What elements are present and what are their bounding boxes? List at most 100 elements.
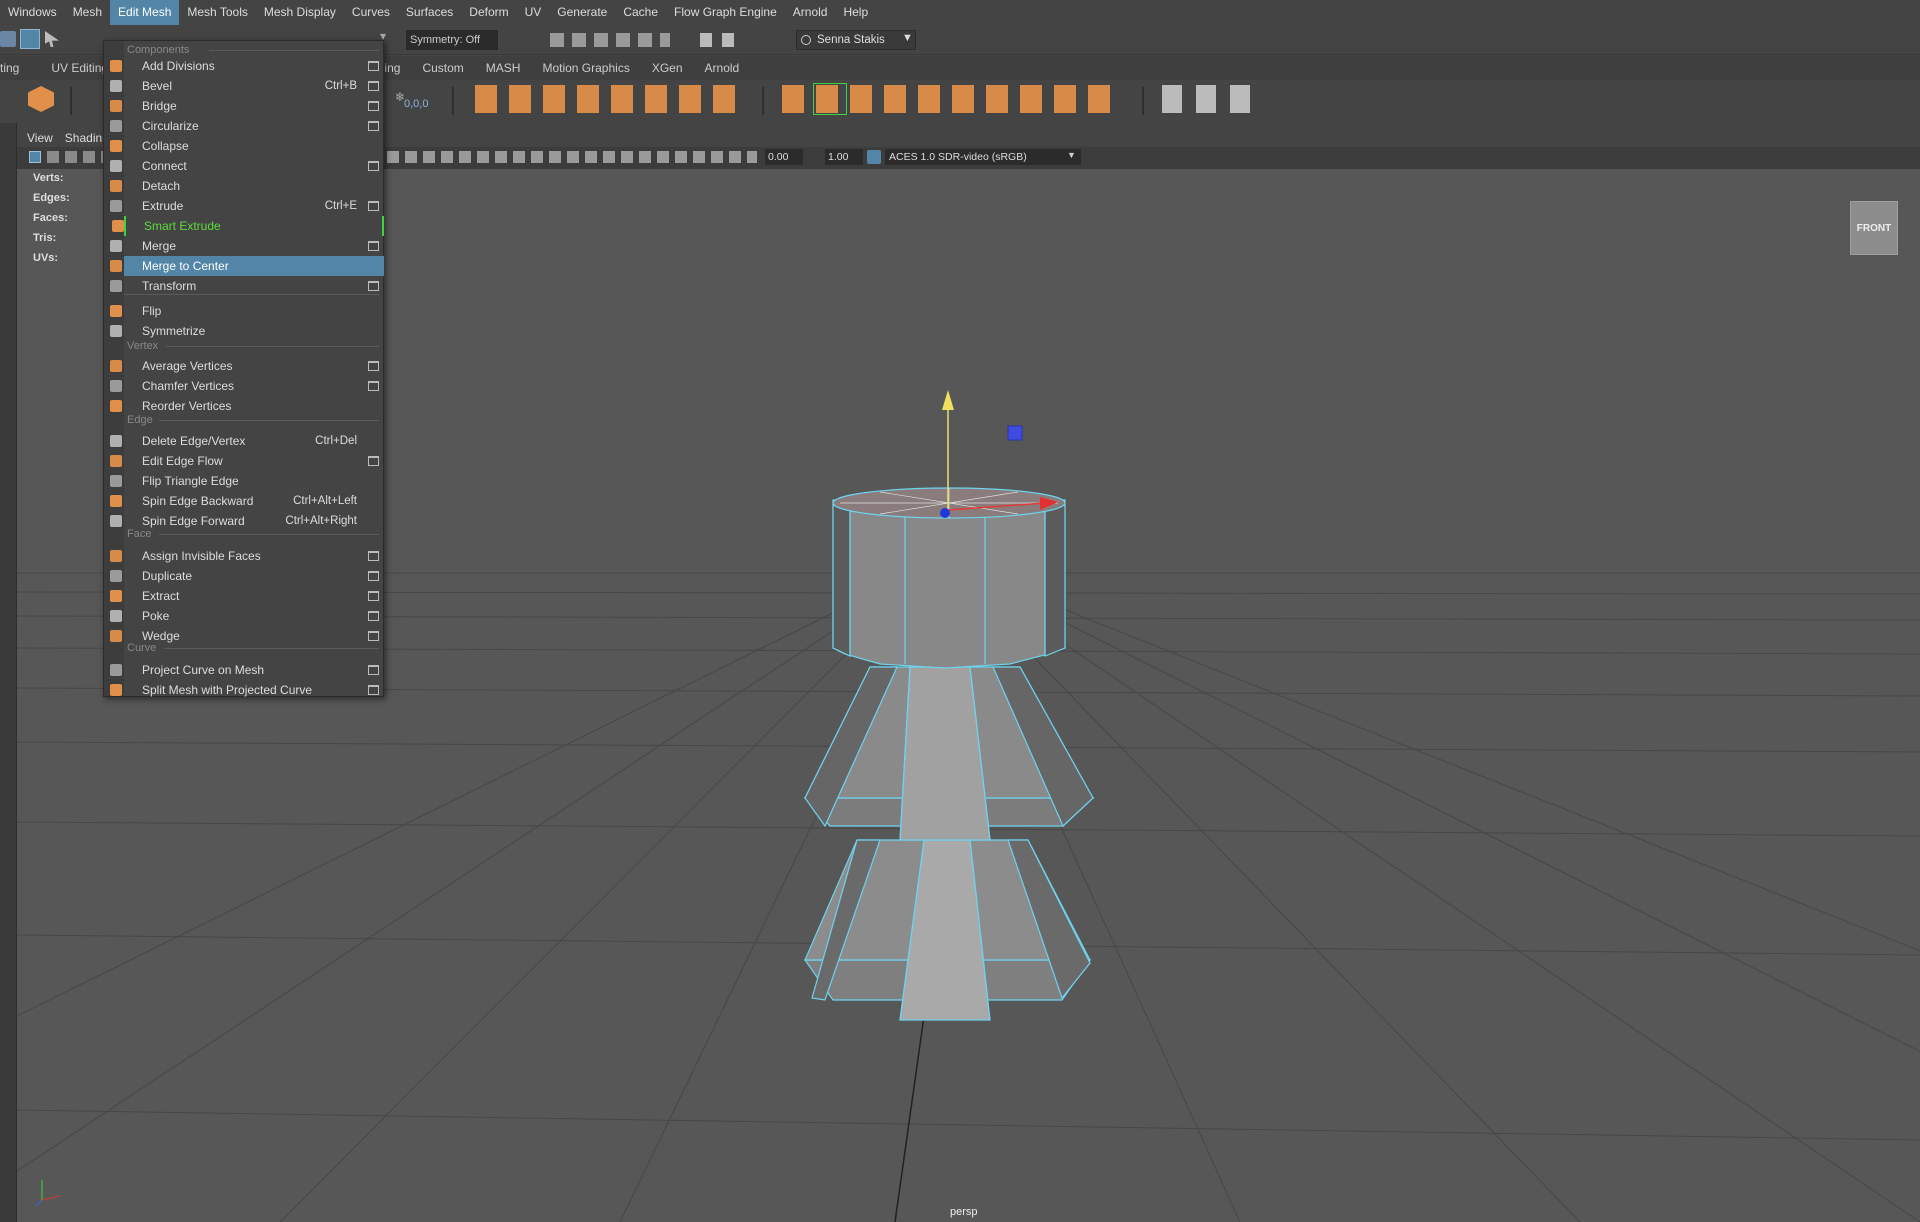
menu-item-label: Extrude [142, 199, 184, 213]
option-box-icon[interactable] [368, 456, 379, 466]
menu-item-transform[interactable]: Transform [110, 276, 384, 296]
menu-item-spin-edge-forward[interactable]: Spin Edge Forward Ctrl+Alt+Right [110, 511, 384, 531]
menubar-item-windows[interactable]: Windows [0, 0, 65, 25]
option-box-icon[interactable] [368, 201, 379, 211]
chamfer-vertices-icon [110, 380, 122, 392]
option-box-icon[interactable] [368, 381, 379, 391]
modeling-tools-icons[interactable] [475, 85, 745, 113]
option-box-icon[interactable] [368, 631, 379, 641]
tab-mash[interactable]: MASH [475, 61, 532, 75]
viewport-display-icons[interactable] [387, 151, 757, 163]
menu-item-collapse[interactable]: Collapse [110, 136, 384, 156]
menu-item-symmetrize[interactable]: Symmetrize [110, 321, 384, 341]
menu-item-delete-edge-vertex[interactable]: Delete Edge/Vertex Ctrl+Del [110, 431, 384, 451]
panel-menu-shading[interactable]: Shadin [65, 131, 102, 145]
split-mesh-with-projected-curve-icon [110, 684, 122, 696]
gamma-field[interactable]: 1.00 [825, 149, 863, 165]
chevron-down-icon[interactable]: ▼ [902, 32, 913, 44]
option-box-icon[interactable] [368, 611, 379, 621]
curve-tools-icons[interactable] [1162, 85, 1262, 113]
option-box-icon[interactable] [368, 665, 379, 675]
menu-item-project-curve-on-mesh[interactable]: Project Curve on Mesh [110, 660, 384, 680]
menu-item-extract[interactable]: Extract [110, 586, 384, 606]
menubar-item-flow-graph-engine[interactable]: Flow Graph Engine [666, 0, 785, 25]
selected-shelf-icon-outline [813, 83, 847, 115]
menubar-item-uv[interactable]: UV [517, 0, 550, 25]
select-tool-icon[interactable] [0, 31, 16, 47]
option-box-icon[interactable] [368, 161, 379, 171]
select-camera-icon[interactable] [29, 151, 41, 163]
option-box-icon[interactable] [368, 61, 379, 71]
menu-item-merge[interactable]: Merge [110, 236, 384, 256]
option-box-icon[interactable] [368, 81, 379, 91]
menu-item-edit-edge-flow[interactable]: Edit Edge Flow [110, 451, 384, 471]
user-account-button[interactable]: Senna Stakis [796, 30, 916, 50]
option-box-icon[interactable] [368, 121, 379, 131]
menu-item-bevel[interactable]: Bevel Ctrl+B [110, 76, 384, 96]
menu-item-chamfer-vertices[interactable]: Chamfer Vertices [110, 376, 384, 396]
menubar-item-surfaces[interactable]: Surfaces [398, 0, 461, 25]
menu-item-add-divisions[interactable]: Add Divisions [110, 56, 384, 76]
tab-custom[interactable]: Custom [411, 61, 474, 75]
option-box-icon[interactable] [368, 591, 379, 601]
menubar-item-generate[interactable]: Generate [549, 0, 615, 25]
symmetry-dropdown[interactable]: Symmetry: Off [406, 30, 498, 50]
option-box-icon[interactable] [368, 571, 379, 581]
menu-separator [166, 346, 379, 347]
exposure-field[interactable]: 0.00 [765, 149, 803, 165]
menubar-item-mesh[interactable]: Mesh [65, 0, 110, 25]
menu-item-spin-edge-backward[interactable]: Spin Edge Backward Ctrl+Alt+Left [110, 491, 384, 511]
menu-item-assign-invisible-faces[interactable]: Assign Invisible Faces [110, 546, 384, 566]
menu-item-poke[interactable]: Poke [110, 606, 384, 626]
menu-item-extrude[interactable]: Extrude Ctrl+E [110, 196, 384, 216]
camera-icons[interactable] [47, 151, 107, 163]
colorspace-dropdown[interactable]: ACES 1.0 SDR-video (sRGB) [885, 149, 1081, 165]
menu-item-label: Wedge [142, 629, 180, 643]
menubar-item-arnold[interactable]: Arnold [785, 0, 836, 25]
menu-item-label: Delete Edge/Vertex [142, 434, 246, 448]
option-box-icon[interactable] [368, 685, 379, 695]
menu-item-label: Split Mesh with Projected Curve [142, 683, 313, 697]
menubar-item-cache[interactable]: Cache [615, 0, 666, 25]
menubar-item-deform[interactable]: Deform [461, 0, 516, 25]
viewcube[interactable]: FRONT [1850, 201, 1898, 255]
menu-item-label: Edit Edge Flow [142, 454, 223, 468]
menu-item-duplicate[interactable]: Duplicate [110, 566, 384, 586]
menu-item-flip-triangle-edge[interactable]: Flip Triangle Edge [110, 471, 384, 491]
menubar-item-mesh-display[interactable]: Mesh Display [256, 0, 344, 25]
option-box-icon[interactable] [368, 551, 379, 561]
menubar-item-help[interactable]: Help [835, 0, 876, 25]
render-icons[interactable] [700, 33, 740, 47]
menu-item-detach[interactable]: Detach [110, 176, 384, 196]
chevron-down-icon[interactable]: ▼ [1067, 150, 1076, 160]
option-box-icon[interactable] [368, 101, 379, 111]
menu-item-average-vertices[interactable]: Average Vertices [110, 356, 384, 376]
circularize-icon [110, 120, 122, 132]
paint-select-icon[interactable] [45, 31, 59, 47]
lasso-tool-icon[interactable] [20, 29, 40, 49]
menu-item-circularize[interactable]: Circularize [110, 116, 384, 136]
color-management-icon[interactable] [867, 150, 881, 164]
menu-item-split-mesh-with-projected-curve[interactable]: Split Mesh with Projected Curve [110, 680, 384, 700]
option-box-icon[interactable] [368, 241, 379, 251]
polygon-sphere-icon[interactable] [28, 86, 54, 112]
menu-item-wedge[interactable]: Wedge [110, 626, 384, 646]
hud-verts-label: Verts: [33, 172, 64, 184]
menu-item-merge-to-center[interactable]: Merge to Center [110, 256, 384, 276]
panel-menu-view[interactable]: View [27, 131, 53, 145]
menu-item-smart-extrude[interactable]: Smart Extrude [112, 216, 384, 236]
menu-item-connect[interactable]: Connect [110, 156, 384, 176]
menu-item-reorder-vertices[interactable]: Reorder Vertices [110, 396, 384, 416]
menubar-item-mesh-tools[interactable]: Mesh Tools [179, 0, 255, 25]
tab-motion-graphics[interactable]: Motion Graphics [531, 61, 640, 75]
option-box-icon[interactable] [368, 281, 379, 291]
menu-item-flip[interactable]: Flip [110, 301, 384, 321]
menubar-item-curves[interactable]: Curves [344, 0, 398, 25]
tab-xgen[interactable]: XGen [641, 61, 694, 75]
menubar-item-edit-mesh[interactable]: Edit Mesh [110, 0, 180, 25]
tab-arnold[interactable]: Arnold [694, 61, 751, 75]
snap-icons[interactable] [550, 33, 670, 47]
option-box-icon[interactable] [368, 361, 379, 371]
tab-rigging[interactable]: ting [0, 61, 30, 75]
menu-item-bridge[interactable]: Bridge [110, 96, 384, 116]
